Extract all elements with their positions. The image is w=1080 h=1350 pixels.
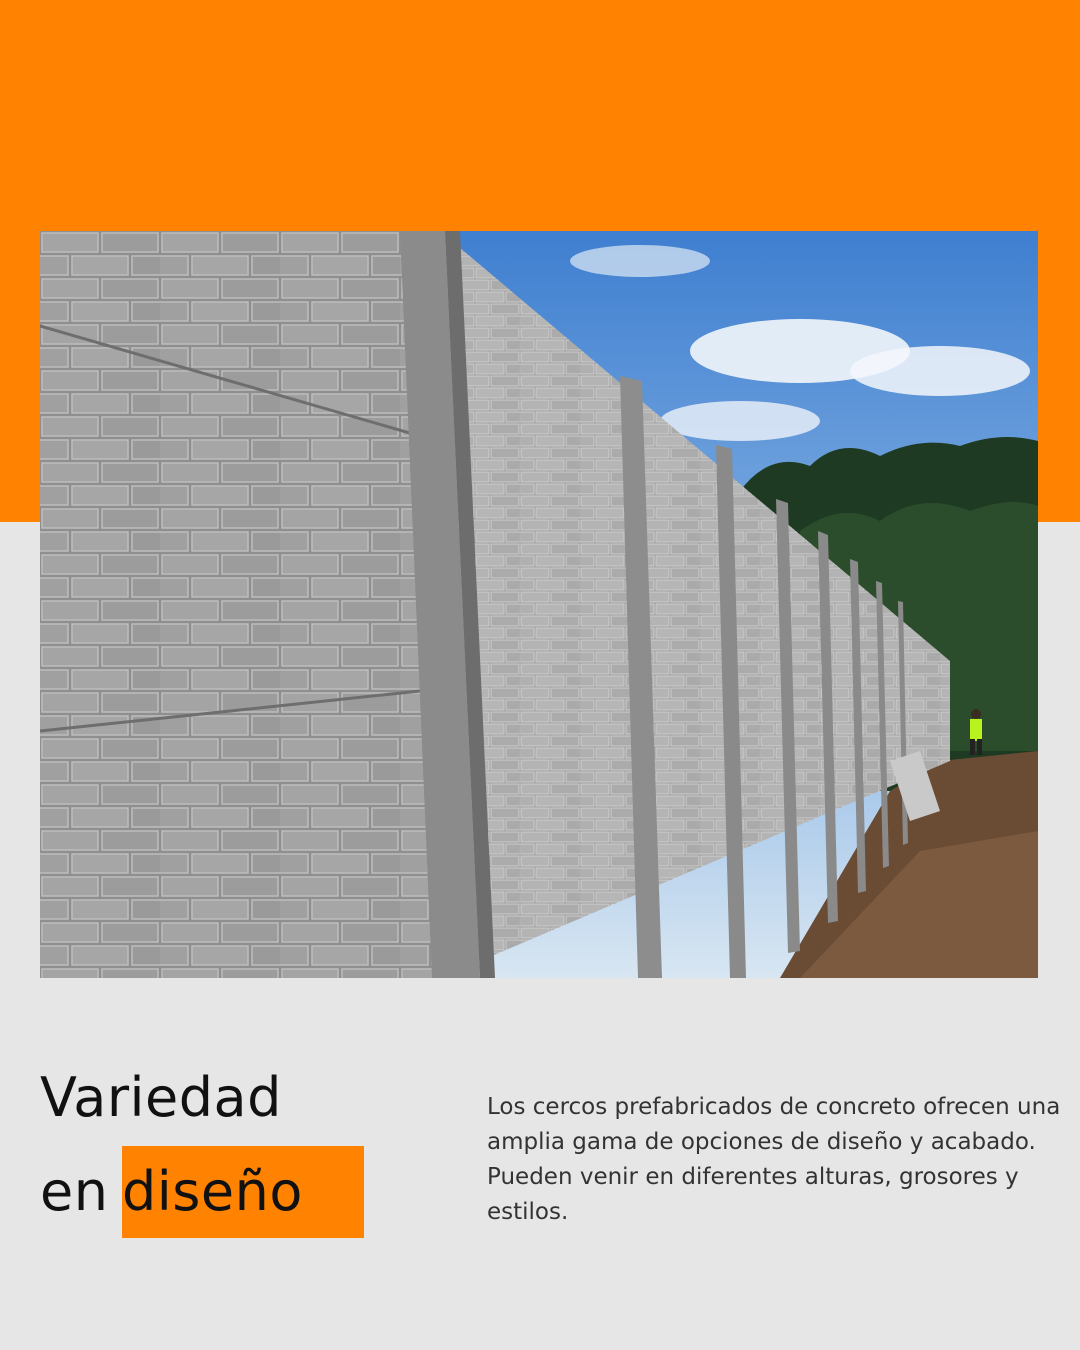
heading-line-2: en diseño [40,1160,303,1223]
description-text: Los cercos prefabricados de concreto ofr… [487,1090,1077,1230]
heading-word-en: en [40,1160,109,1223]
description-line: estilos. [487,1199,569,1225]
heading-word-diseno: diseño [122,1160,303,1223]
description-line: amplia gama de opciones de diseño y acab… [487,1129,1036,1155]
heading-line-1: Variedad [40,1066,282,1129]
description-line: Los cercos prefabricados de concreto ofr… [487,1094,1061,1120]
fence-photo [40,231,1038,978]
description-line: Pueden venir en diferentes alturas, gros… [487,1164,1019,1190]
